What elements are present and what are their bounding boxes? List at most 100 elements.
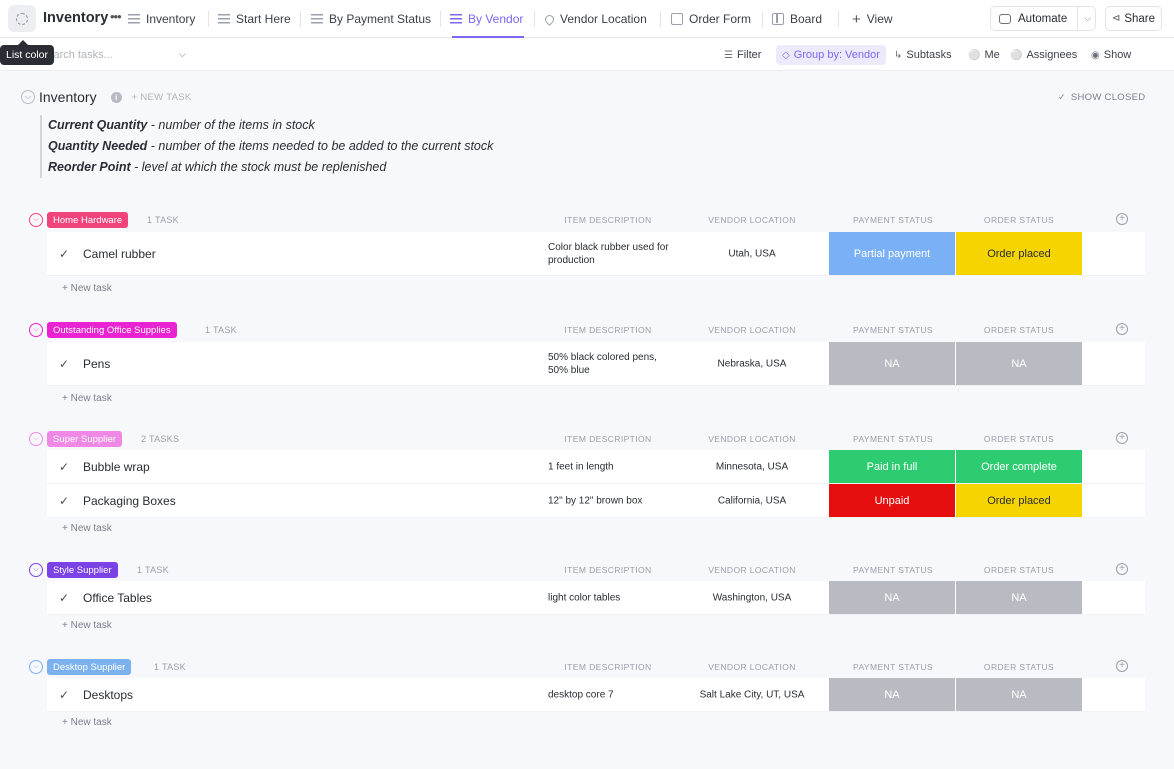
- list-title[interactable]: Inventory: [43, 10, 108, 26]
- share-button[interactable]: ⊲ Share: [1105, 6, 1162, 31]
- task-name[interactable]: Camel rubber: [83, 247, 156, 261]
- collapse-list-icon[interactable]: ⌵: [21, 90, 35, 104]
- subtasks-button[interactable]: ↳ Subtasks: [894, 39, 952, 71]
- list-color-button[interactable]: [8, 5, 36, 32]
- more-options-icon[interactable]: •••: [110, 9, 122, 24]
- filter-button[interactable]: ☰ Filter: [724, 39, 761, 71]
- group-badge[interactable]: Style Supplier: [47, 562, 118, 578]
- order-status-cell[interactable]: NA: [956, 342, 1082, 385]
- column-header-order-status[interactable]: ORDER STATUS: [984, 565, 1054, 575]
- group-badge[interactable]: Home Hardware: [47, 212, 129, 228]
- check-icon[interactable]: ✓: [59, 688, 69, 702]
- order-status-cell[interactable]: Order complete: [956, 450, 1082, 483]
- add-column-icon[interactable]: +: [1116, 563, 1128, 575]
- column-header-order-status[interactable]: ORDER STATUS: [984, 215, 1054, 225]
- tab-by-vendor[interactable]: By Vendor: [450, 0, 523, 38]
- new-task-button[interactable]: + NEW TASK: [132, 92, 192, 103]
- column-header-vendor-location[interactable]: VENDOR LOCATION: [708, 565, 796, 575]
- task-name[interactable]: Desktops: [83, 688, 133, 702]
- payment-status-cell[interactable]: NA: [829, 678, 955, 711]
- payment-status-cell[interactable]: Unpaid: [829, 484, 955, 517]
- tab-board[interactable]: Board: [772, 0, 822, 38]
- column-header-vendor-location[interactable]: VENDOR LOCATION: [708, 434, 796, 444]
- column-header-item-description[interactable]: ITEM DESCRIPTION: [564, 662, 651, 672]
- add-column-icon[interactable]: +: [1116, 213, 1128, 225]
- collapse-group-icon[interactable]: ⌵: [29, 660, 43, 674]
- order-status-cell[interactable]: NA: [956, 678, 1082, 711]
- collapse-group-icon[interactable]: ⌵: [29, 563, 43, 577]
- payment-status-cell[interactable]: Paid in full: [829, 450, 955, 483]
- column-header-payment-status[interactable]: PAYMENT STATUS: [853, 325, 933, 335]
- tab-by-payment-status[interactable]: By Payment Status: [311, 0, 431, 38]
- new-task-button[interactable]: + New task: [62, 393, 112, 404]
- column-header-payment-status[interactable]: PAYMENT STATUS: [853, 434, 933, 444]
- tab-inventory[interactable]: Inventory: [128, 0, 195, 38]
- new-task-button[interactable]: + New task: [62, 523, 112, 534]
- task-row[interactable]: ✓ Office Tables light color tables Washingt…: [47, 581, 1145, 615]
- show-closed-button[interactable]: ✓ SHOW CLOSED: [1058, 92, 1145, 103]
- add-view-button[interactable]: + View: [852, 0, 893, 38]
- column-header-order-status[interactable]: ORDER STATUS: [984, 325, 1054, 335]
- column-header-vendor-location[interactable]: VENDOR LOCATION: [708, 662, 796, 672]
- me-button[interactable]: ⚪ Me: [968, 39, 1000, 71]
- check-icon[interactable]: ✓: [59, 460, 69, 474]
- task-row[interactable]: ✓ Camel rubber Color black rubber used for…: [47, 232, 1145, 276]
- task-name[interactable]: Pens: [83, 357, 110, 371]
- tab-label: Order Form: [689, 12, 752, 26]
- group-badge[interactable]: Outstanding Office Supplies: [47, 322, 177, 338]
- automate-button[interactable]: Automate ⌵: [990, 6, 1096, 31]
- column-header-item-description[interactable]: ITEM DESCRIPTION: [564, 434, 651, 444]
- task-row[interactable]: ✓ Packaging Boxes 12" by 12" brown box Cali…: [47, 484, 1145, 518]
- check-icon[interactable]: ✓: [59, 591, 69, 605]
- group-badge[interactable]: Desktop Supplier: [47, 659, 132, 675]
- column-header-payment-status[interactable]: PAYMENT STATUS: [853, 215, 933, 225]
- show-button[interactable]: ◉ Show: [1091, 39, 1131, 71]
- task-row[interactable]: ✓ Pens 50% black colored pens, 50% blue Neb…: [47, 342, 1145, 386]
- tab-divider: [838, 11, 839, 27]
- payment-status-cell[interactable]: Partial payment: [829, 232, 955, 275]
- chevron-down-icon[interactable]: ⌵: [1084, 13, 1091, 24]
- payment-status-cell[interactable]: NA: [829, 342, 955, 385]
- info-icon[interactable]: i: [110, 91, 122, 103]
- column-header-item-description[interactable]: ITEM DESCRIPTION: [564, 565, 651, 575]
- task-row[interactable]: ✓ Desktops desktop core 7 Salt Lake City, U…: [47, 678, 1145, 712]
- column-header-order-status[interactable]: ORDER STATUS: [984, 434, 1054, 444]
- column-header-order-status[interactable]: ORDER STATUS: [984, 662, 1054, 672]
- chevron-down-icon[interactable]: ⌵: [179, 49, 186, 60]
- column-header-payment-status[interactable]: PAYMENT STATUS: [853, 662, 933, 672]
- item-description: 1 feet in length: [548, 461, 614, 472]
- check-icon[interactable]: ✓: [59, 247, 69, 261]
- new-task-button[interactable]: + New task: [62, 620, 112, 631]
- group-by-button[interactable]: ◇ Group by: Vendor: [776, 45, 886, 65]
- order-status-cell[interactable]: Order placed: [956, 232, 1082, 275]
- tab-order-form[interactable]: Order Form: [671, 0, 751, 38]
- check-icon[interactable]: ✓: [59, 357, 69, 371]
- order-status-cell[interactable]: NA: [956, 581, 1082, 614]
- add-column-icon[interactable]: +: [1116, 660, 1128, 672]
- group-badge[interactable]: Super Supplier: [47, 431, 122, 447]
- task-row[interactable]: ✓ Bubble wrap 1 feet in length Minnesota, U…: [47, 450, 1145, 484]
- search-input[interactable]: [40, 47, 180, 63]
- tab-start-here[interactable]: Start Here: [218, 0, 291, 38]
- column-header-vendor-location[interactable]: VENDOR LOCATION: [708, 215, 796, 225]
- description-text: - number of the items in stock: [147, 118, 315, 132]
- collapse-group-icon[interactable]: ⌵: [29, 323, 43, 337]
- collapse-group-icon[interactable]: ⌵: [29, 432, 43, 446]
- order-status-cell[interactable]: Order placed: [956, 484, 1082, 517]
- new-task-button[interactable]: + New task: [62, 283, 112, 294]
- column-header-item-description[interactable]: ITEM DESCRIPTION: [564, 215, 651, 225]
- add-column-icon[interactable]: +: [1116, 323, 1128, 335]
- column-header-vendor-location[interactable]: VENDOR LOCATION: [708, 325, 796, 335]
- task-name[interactable]: Bubble wrap: [83, 460, 150, 474]
- collapse-group-icon[interactable]: ⌵: [29, 213, 43, 227]
- add-column-icon[interactable]: +: [1116, 432, 1128, 444]
- payment-status-cell[interactable]: NA: [829, 581, 955, 614]
- task-name[interactable]: Packaging Boxes: [83, 494, 176, 508]
- column-header-payment-status[interactable]: PAYMENT STATUS: [853, 565, 933, 575]
- task-name[interactable]: Office Tables: [83, 591, 152, 605]
- check-icon[interactable]: ✓: [59, 494, 69, 508]
- assignees-button[interactable]: ⚪ Assignees: [1010, 39, 1077, 71]
- tab-vendor-location[interactable]: Vendor Location: [543, 0, 647, 38]
- column-header-item-description[interactable]: ITEM DESCRIPTION: [564, 325, 651, 335]
- new-task-button[interactable]: + New task: [62, 717, 112, 728]
